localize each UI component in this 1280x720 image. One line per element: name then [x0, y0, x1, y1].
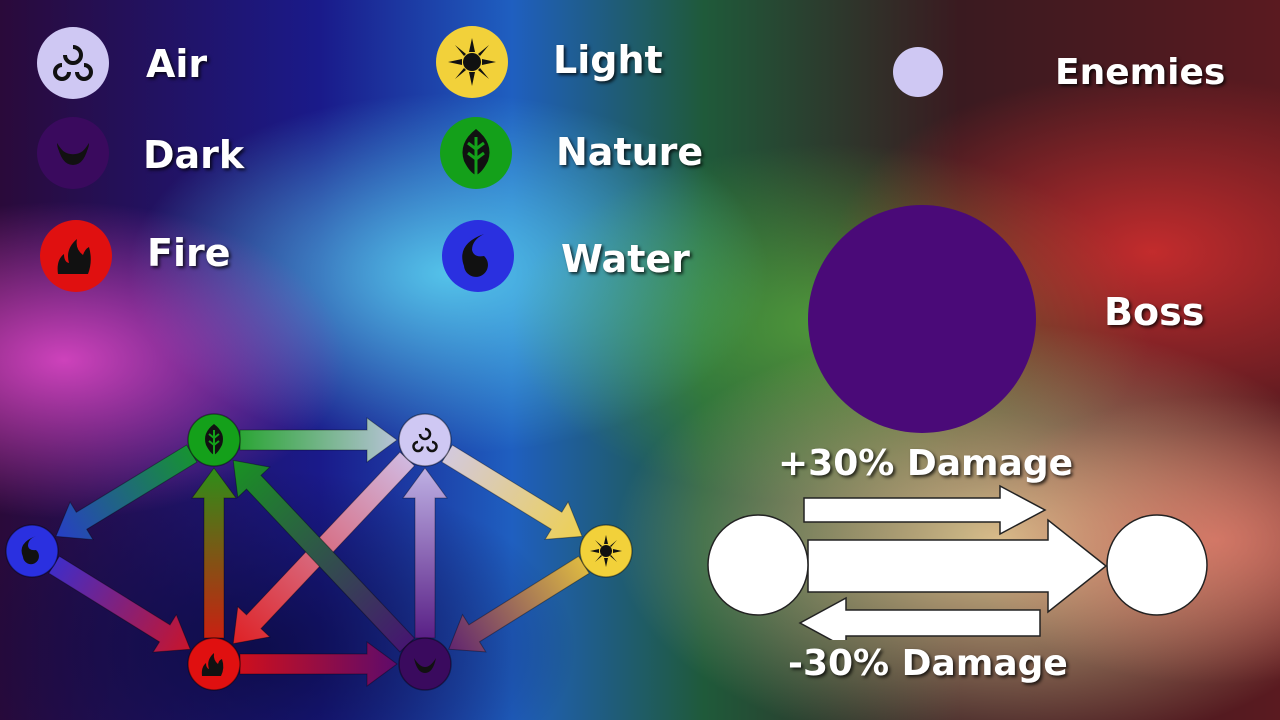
attacker-circle — [707, 514, 809, 616]
minus-damage-label: -30% Damage — [788, 643, 1068, 684]
diagram-node-dark — [398, 637, 452, 691]
arrow-dark-to-air — [402, 467, 448, 639]
minus-damage-arrow — [798, 596, 1041, 640]
enemies-label: Enemies — [1055, 52, 1226, 93]
legend-label-air: Air — [146, 42, 208, 86]
arrow-air-to-light — [441, 444, 583, 540]
legend-label-nature: Nature — [556, 130, 704, 174]
water-drop-icon — [442, 220, 514, 292]
arrow-nature-to-air — [239, 417, 398, 463]
diagram-node-water — [5, 524, 59, 578]
diagram-node-air — [398, 413, 452, 467]
legend-label-light: Light — [553, 38, 663, 82]
legend-label-fire: Fire — [147, 231, 231, 275]
dark-moon-icon — [37, 117, 109, 189]
target-circle — [1106, 514, 1208, 616]
arrow-fire-to-nature — [191, 467, 237, 639]
diagram-node-nature — [187, 413, 241, 467]
arrow-fire-to-dark — [239, 641, 398, 687]
arrow-water-to-fire — [48, 555, 191, 653]
plus-damage-label: +30% Damage — [778, 443, 1074, 484]
air-swirl-icon — [37, 27, 109, 99]
plus-damage-arrow — [803, 484, 1047, 536]
legend-label-water: Water — [561, 237, 690, 281]
enemy-indicator-dot — [893, 47, 943, 97]
boss-label: Boss — [1104, 290, 1205, 334]
fire-flame-icon — [40, 220, 112, 292]
diagram-node-fire — [187, 637, 241, 691]
diagram-node-light — [579, 524, 633, 578]
arrow-nature-to-water — [55, 444, 198, 541]
legend-label-dark: Dark — [143, 133, 245, 177]
boss-indicator-circle — [808, 205, 1036, 433]
arrow-light-to-dark — [448, 555, 590, 653]
main-attack-arrow — [807, 518, 1108, 614]
nature-leaf-icon — [440, 117, 512, 189]
damage-modifier-diagram — [707, 484, 1208, 640]
light-sun-icon — [436, 26, 508, 98]
element-weakness-diagram — [5, 413, 633, 691]
